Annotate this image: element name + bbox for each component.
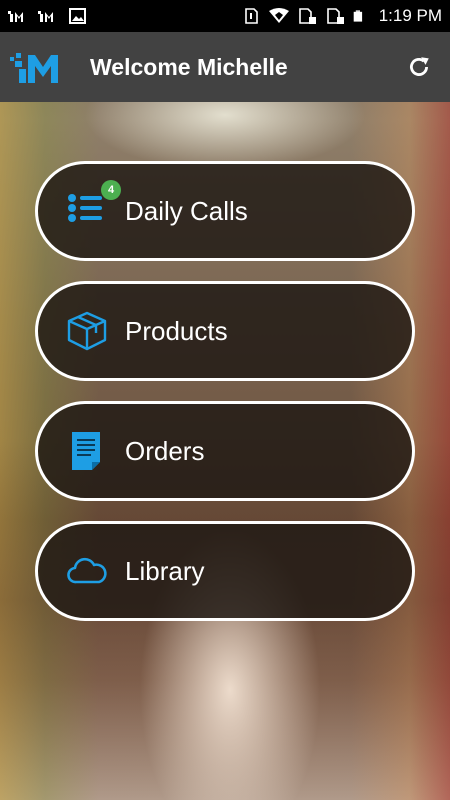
daily-calls-label: Daily Calls [125, 195, 248, 226]
status-time: 1:19 PM [378, 6, 442, 25]
wifi-icon [268, 8, 289, 23]
battery-icon [353, 10, 362, 22]
daily-calls-button[interactable]: 4 Daily Calls [35, 161, 415, 261]
app-notification-icon [8, 11, 23, 22]
products-button[interactable]: Products [35, 281, 415, 381]
orders-button[interactable]: Orders [35, 401, 415, 501]
sim-signal-icon [298, 8, 316, 24]
brand-logo-icon [10, 53, 58, 83]
orders-label: Orders [125, 435, 205, 466]
document-icon [65, 429, 109, 473]
sim-icon [244, 8, 258, 24]
box-icon [65, 309, 109, 353]
notification-badge: 4 [101, 180, 121, 200]
image-icon [69, 8, 86, 24]
app-bar: Welcome Michelle [0, 32, 450, 102]
library-button[interactable]: Library [35, 521, 415, 621]
products-label: Products [125, 315, 228, 346]
library-label: Library [125, 555, 205, 586]
status-bar: 1:19 PM [0, 0, 450, 32]
sim-signal-icon [326, 8, 344, 24]
list-icon: 4 [65, 180, 121, 233]
cloud-icon [65, 549, 109, 593]
app-notification-icon [38, 11, 53, 22]
refresh-icon[interactable] [406, 54, 432, 80]
background-image [0, 0, 450, 800]
page-title: Welcome Michelle [90, 53, 288, 80]
